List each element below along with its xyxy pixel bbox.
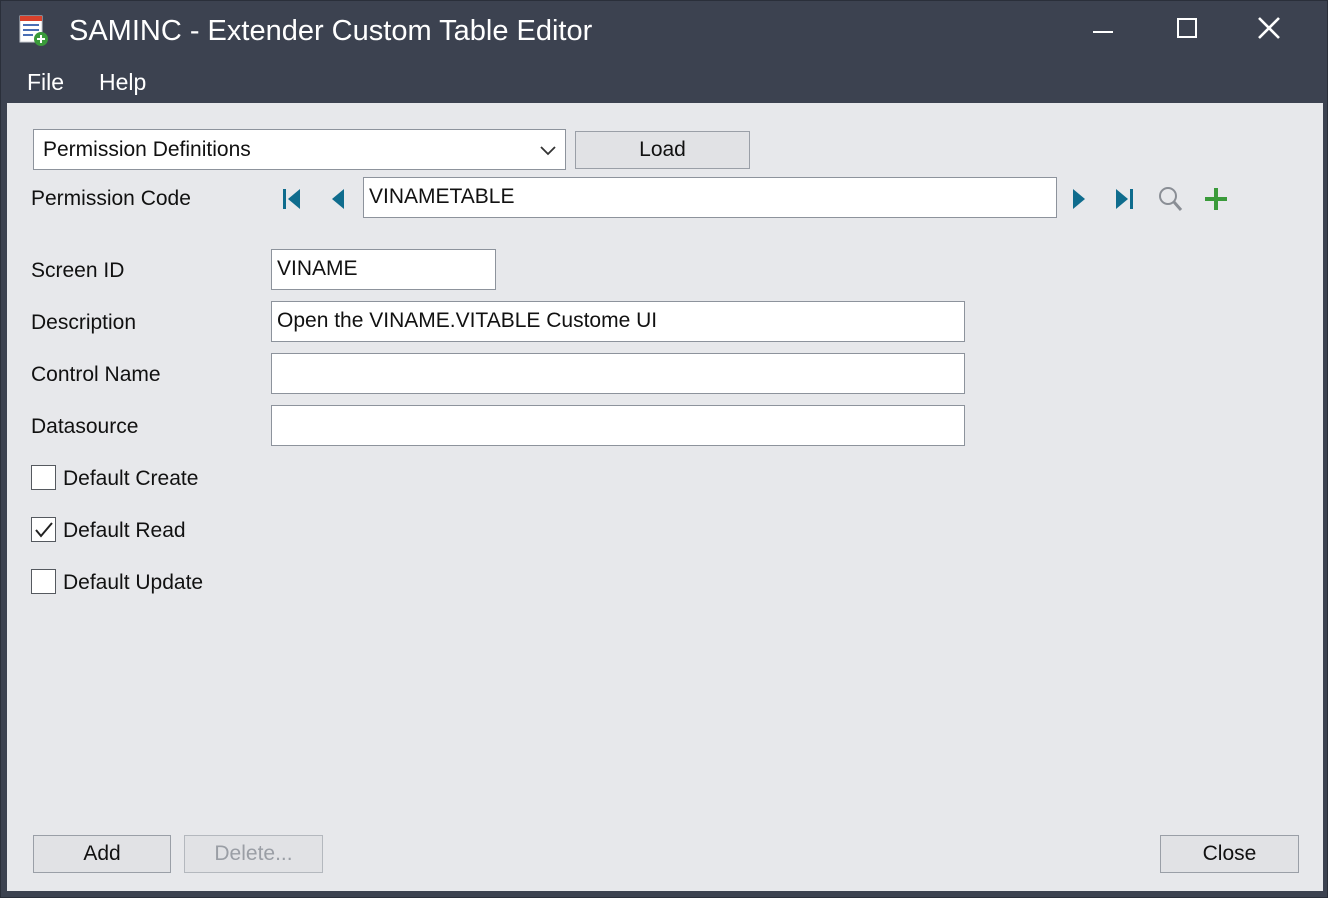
search-icon[interactable]: [1157, 184, 1183, 214]
default-read-label: Default Read: [63, 519, 186, 542]
datasource-label: Datasource: [31, 415, 139, 438]
last-record-icon[interactable]: [1111, 184, 1137, 214]
minimize-button[interactable]: [1063, 5, 1143, 51]
window-title: SAMINC - Extender Custom Table Editor: [69, 15, 593, 47]
delete-button[interactable]: Delete...: [184, 835, 323, 873]
next-record-icon[interactable]: [1066, 184, 1092, 214]
app-window: SAMINC - Extender Custom Table Editor Fi…: [0, 0, 1328, 898]
load-button[interactable]: Load: [575, 131, 750, 169]
add-button[interactable]: Add: [33, 835, 171, 873]
editor-panel: Permission Definitions Load Permission C…: [7, 103, 1323, 891]
maximize-button[interactable]: [1147, 5, 1227, 51]
menu-help[interactable]: Help: [99, 69, 146, 96]
table-editor-icon: [19, 15, 49, 47]
close-icon: [1258, 17, 1280, 39]
menu-bar: File Help: [1, 63, 1327, 101]
permission-code-input[interactable]: VINAMETABLE: [363, 177, 1057, 218]
first-record-icon[interactable]: [279, 184, 305, 214]
table-select-value: Permission Definitions: [43, 138, 251, 161]
permission-code-label: Permission Code: [31, 187, 191, 210]
control-name-input[interactable]: [271, 353, 965, 394]
previous-record-icon[interactable]: [325, 184, 351, 214]
screen-id-input[interactable]: VINAME: [271, 249, 496, 290]
menu-file[interactable]: File: [27, 69, 64, 96]
description-input[interactable]: Open the VINAME.VITABLE Custome UI: [271, 301, 965, 342]
default-create-label: Default Create: [63, 467, 199, 490]
default-read-checkbox[interactable]: [31, 517, 56, 542]
checkmark-icon: [35, 522, 53, 538]
add-icon[interactable]: [1203, 184, 1229, 214]
description-label: Description: [31, 311, 137, 334]
close-window-button[interactable]: [1229, 5, 1309, 51]
default-create-checkbox[interactable]: [31, 465, 56, 490]
maximize-icon: [1177, 18, 1197, 38]
close-button[interactable]: Close: [1160, 835, 1299, 873]
minimize-icon: [1093, 31, 1113, 33]
chevron-down-icon: [537, 140, 559, 160]
default-update-checkbox[interactable]: [31, 569, 56, 594]
control-name-label: Control Name: [31, 363, 161, 386]
default-update-label: Default Update: [63, 571, 204, 594]
table-select[interactable]: Permission Definitions: [33, 129, 566, 170]
screen-id-label: Screen ID: [31, 259, 125, 282]
title-bar: SAMINC - Extender Custom Table Editor: [1, 1, 1327, 61]
datasource-input[interactable]: [271, 405, 965, 446]
